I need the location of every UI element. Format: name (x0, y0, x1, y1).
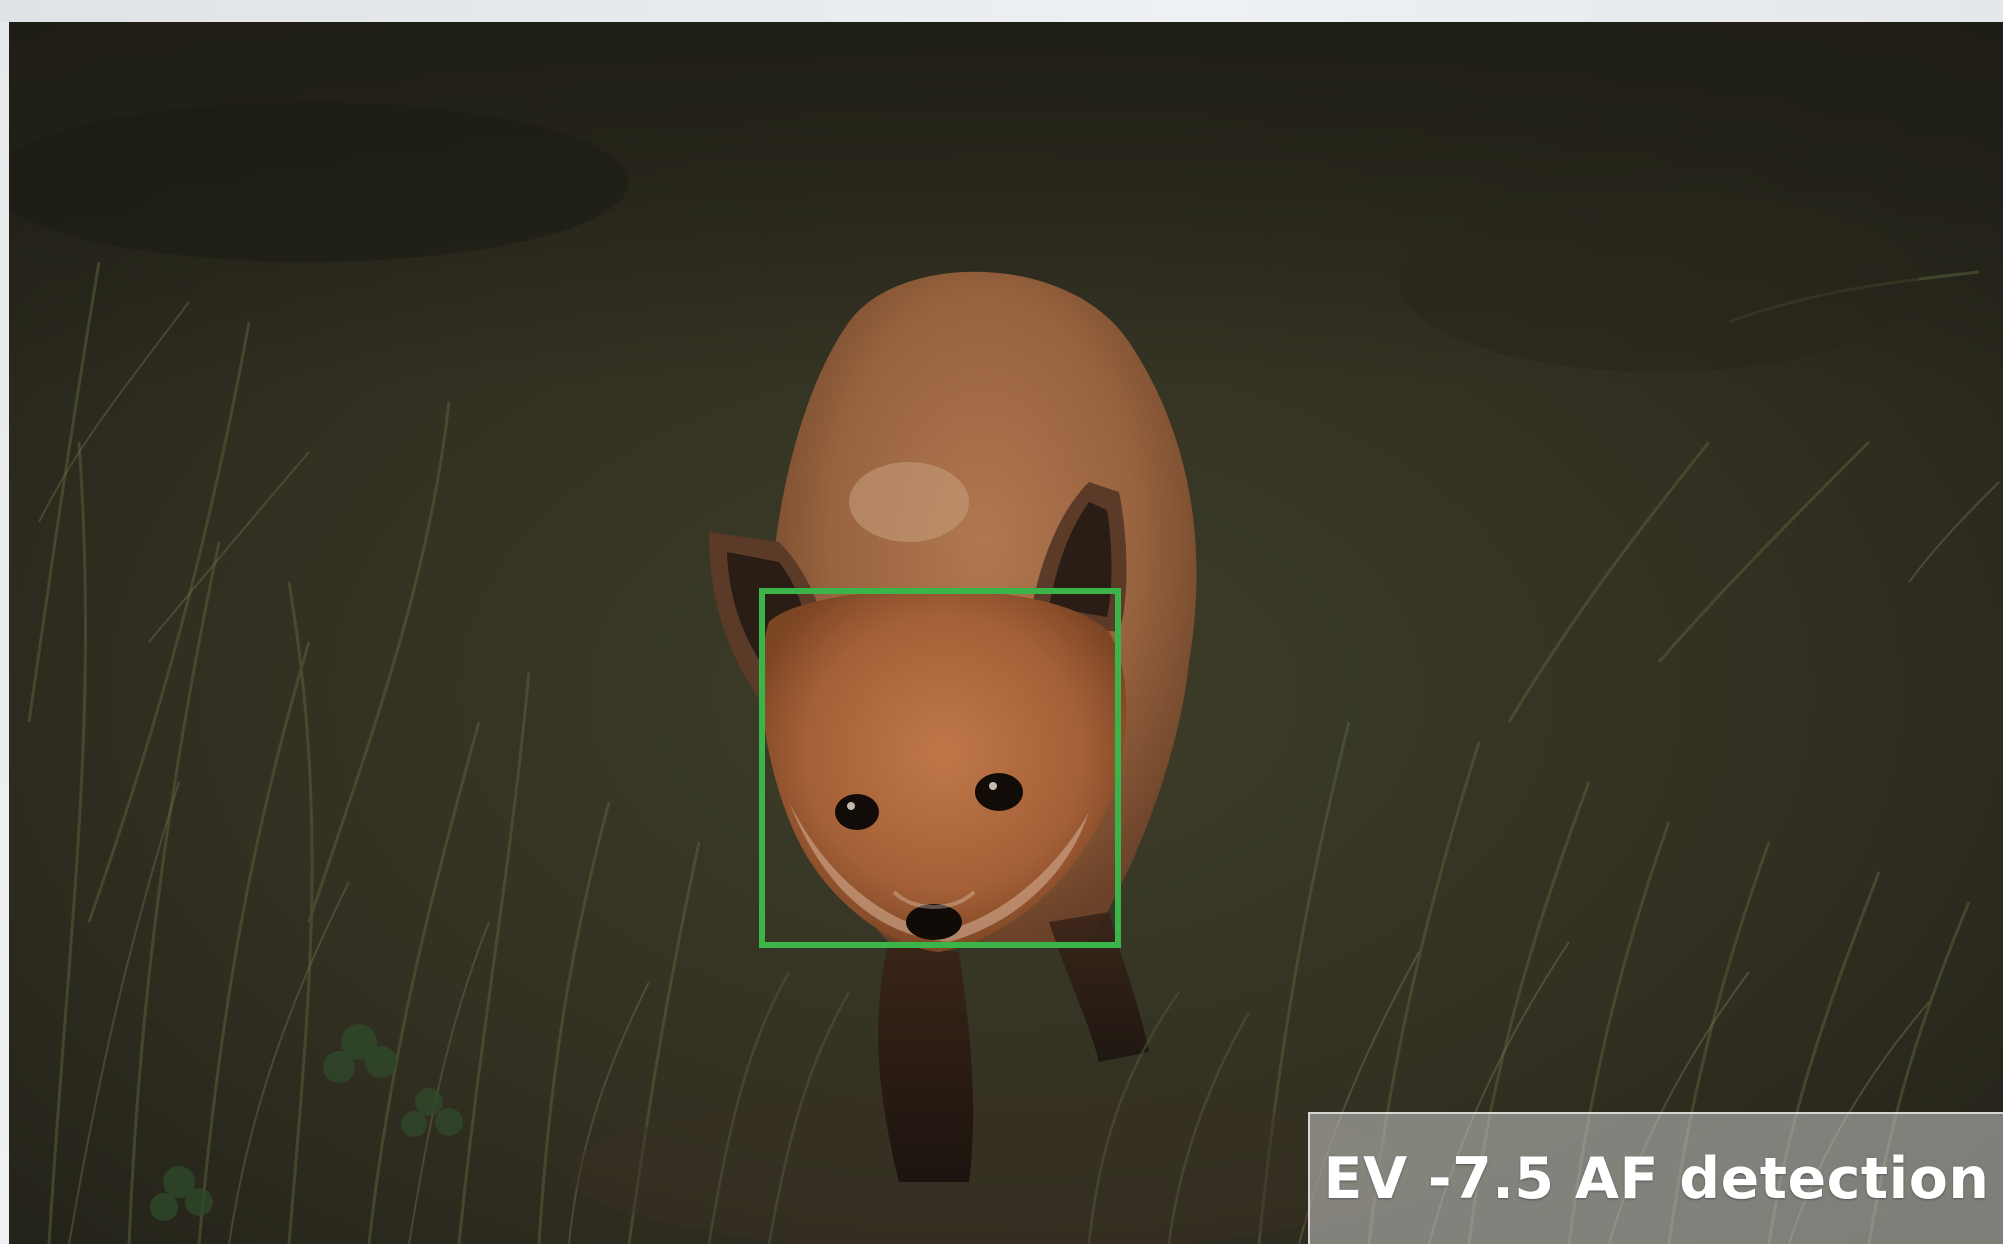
caption-banner: EV -7.5 AF detection (1308, 1112, 2003, 1244)
af-detection-frame (759, 588, 1121, 948)
caption-text: EV -7.5 AF detection (1323, 1146, 1990, 1212)
camera-photo (9, 22, 2003, 1244)
top-border (0, 0, 2003, 22)
left-border (0, 22, 9, 1244)
